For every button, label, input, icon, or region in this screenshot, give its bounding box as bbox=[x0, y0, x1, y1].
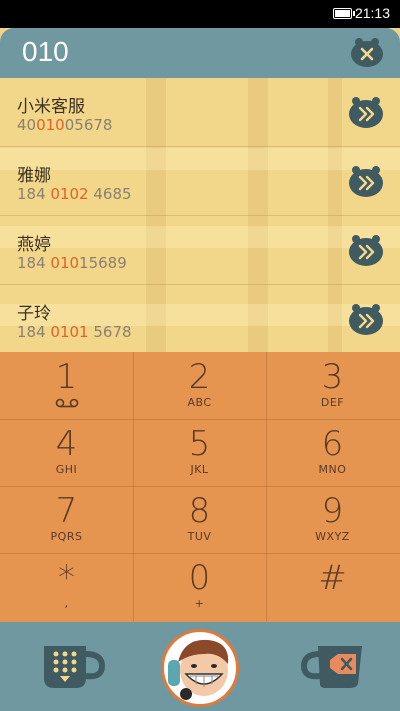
contact-name: 雅娜 bbox=[17, 166, 51, 186]
contact-row[interactable]: 子玲 184 0101 5678 bbox=[0, 285, 400, 352]
key-letters: ABC bbox=[187, 396, 212, 409]
call-button[interactable] bbox=[161, 629, 239, 707]
contact-row[interactable]: 雅娜 184 0102 4685 bbox=[0, 147, 400, 216]
key-8[interactable]: 8 TUV bbox=[133, 486, 266, 553]
key-digit: 1 bbox=[55, 357, 78, 397]
key-letters: PQRS bbox=[50, 530, 83, 543]
key-0[interactable]: 0 + bbox=[133, 553, 266, 620]
dial-input[interactable]: 010 bbox=[22, 36, 69, 68]
key-letters: + bbox=[194, 597, 205, 610]
key-letters: GHI bbox=[55, 463, 78, 476]
number-suffix: 05678 bbox=[64, 116, 113, 134]
clear-icon[interactable] bbox=[350, 36, 384, 68]
search-bar: 010 bbox=[0, 28, 400, 78]
number-match: 010 bbox=[50, 254, 80, 272]
key-6[interactable]: 6 MNO bbox=[266, 419, 399, 486]
key-5[interactable]: 5 JKL bbox=[133, 419, 266, 486]
voicemail-icon bbox=[55, 398, 79, 408]
number-prefix: 184 bbox=[17, 323, 51, 341]
contact-row[interactable]: 小米客服 4001005678 bbox=[0, 78, 400, 147]
contact-number: 184 0101 5678 bbox=[17, 323, 132, 341]
contact-row[interactable]: 燕婷 184 01015689 bbox=[0, 216, 400, 285]
key-letters: DEF bbox=[320, 396, 345, 409]
key-4[interactable]: 4 GHI bbox=[0, 419, 133, 486]
key-digit: 8 bbox=[188, 491, 211, 531]
key-hash[interactable]: # bbox=[266, 553, 399, 620]
key-digit: 5 bbox=[188, 424, 211, 464]
cartoon-face-icon bbox=[168, 639, 229, 700]
number-suffix: 5678 bbox=[88, 323, 132, 341]
number-suffix: 15689 bbox=[79, 254, 127, 272]
contact-suggestions: 小米客服 4001005678 雅娜 184 0102 4685 燕婷 184 01015… bbox=[0, 78, 400, 352]
key-digit: 2 bbox=[188, 357, 211, 397]
key-digit: * bbox=[58, 558, 75, 598]
key-letters: JKL bbox=[190, 463, 209, 476]
number-prefix: 40 bbox=[17, 116, 37, 134]
key-letters: TUV bbox=[187, 530, 212, 543]
key-2[interactable]: 2 ABC bbox=[133, 352, 266, 419]
number-prefix: 184 bbox=[17, 254, 51, 272]
key-digit: 4 bbox=[55, 424, 78, 464]
keypad: 1 2 ABC 3 DEF 4 GHI 5 JKL 6 MNO 7 PQRS 8 TUV 9 WXYZ *, 0 + # bbox=[0, 352, 400, 622]
number-match: 0102 bbox=[50, 185, 89, 203]
keypad-toggle-icon[interactable] bbox=[40, 640, 106, 692]
contact-number: 4001005678 bbox=[17, 116, 112, 134]
key-digit: 3 bbox=[321, 357, 344, 397]
contact-name: 小米客服 bbox=[17, 97, 85, 117]
number-match: 0101 bbox=[50, 323, 89, 341]
key-letters: , bbox=[64, 597, 69, 610]
contact-name: 燕婷 bbox=[17, 235, 51, 255]
key-letters: WXYZ bbox=[315, 530, 350, 543]
status-time: 21:13 bbox=[354, 5, 390, 21]
key-9[interactable]: 9 WXYZ bbox=[266, 486, 399, 553]
key-3[interactable]: 3 DEF bbox=[266, 352, 399, 419]
contact-number: 184 01015689 bbox=[17, 254, 127, 272]
status-bar: 21:13 bbox=[0, 0, 400, 28]
call-arrow-icon[interactable] bbox=[348, 302, 384, 336]
battery-icon bbox=[333, 8, 355, 19]
key-digit: 7 bbox=[55, 491, 78, 531]
number-match: 010 bbox=[36, 116, 65, 134]
number-suffix: 4685 bbox=[88, 185, 132, 203]
call-arrow-icon[interactable] bbox=[348, 164, 384, 198]
key-digit: # bbox=[318, 558, 347, 598]
key-1[interactable]: 1 bbox=[0, 352, 133, 419]
contact-number: 184 0102 4685 bbox=[17, 185, 132, 203]
key-digit: 6 bbox=[321, 424, 344, 464]
key-star[interactable]: *, bbox=[0, 553, 133, 620]
call-arrow-icon[interactable] bbox=[348, 233, 384, 267]
key-digit: 9 bbox=[321, 491, 344, 531]
key-digit: 0 bbox=[188, 558, 211, 598]
contact-name: 子玲 bbox=[17, 304, 51, 324]
key-letters: MNO bbox=[318, 463, 347, 476]
call-arrow-icon[interactable] bbox=[348, 95, 384, 129]
backspace-icon[interactable] bbox=[300, 640, 370, 692]
bottom-bar bbox=[0, 622, 400, 711]
key-7[interactable]: 7 PQRS bbox=[0, 486, 133, 553]
number-prefix: 184 bbox=[17, 185, 51, 203]
